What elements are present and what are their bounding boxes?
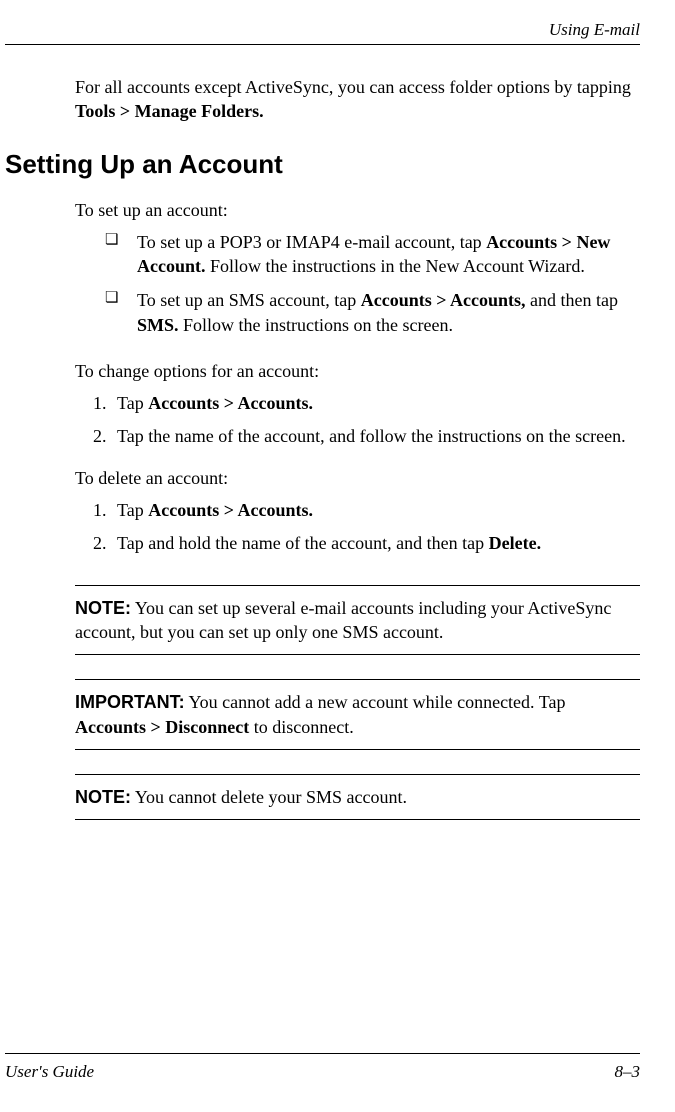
step-content: Tap the name of the account, and follow … xyxy=(117,424,640,448)
bullet-post: Follow the instructions in the New Accou… xyxy=(206,256,585,276)
note-text: You cannot delete your SMS account. xyxy=(131,787,407,807)
step-number: 1. xyxy=(93,391,117,415)
bullet-content: To set up a POP3 or IMAP4 e-mail account… xyxy=(137,230,640,279)
step-pre: Tap xyxy=(117,500,148,520)
list-item: 1. Tap Accounts > Accounts. xyxy=(93,498,640,522)
footer-right: 8–3 xyxy=(615,1062,641,1082)
list-item: 2. Tap and hold the name of the account,… xyxy=(93,531,640,555)
page-footer: User's Guide 8–3 xyxy=(5,1053,640,1112)
bullet-icon: ❏ xyxy=(105,230,137,250)
intro-text: For all accounts except ActiveSync, you … xyxy=(75,77,631,97)
chapter-title: Using E-mail xyxy=(549,20,640,39)
note-callout: NOTE: You can set up several e-mail acco… xyxy=(75,585,640,656)
step-content: Tap Accounts > Accounts. xyxy=(117,498,640,522)
delete-steps-list: 1. Tap Accounts > Accounts. 2. Tap and h… xyxy=(93,498,640,563)
setup-intro: To set up an account: xyxy=(75,198,640,222)
bullet-mid: and then tap xyxy=(525,290,617,310)
important-pre: You cannot add a new account while conne… xyxy=(185,692,566,712)
step-content: Tap and hold the name of the account, an… xyxy=(117,531,640,555)
change-intro: To change options for an account: xyxy=(75,359,640,383)
bullet-bold: Accounts > Accounts, xyxy=(361,290,526,310)
step-pre: Tap xyxy=(117,393,148,413)
note-text: You can set up several e-mail accounts i… xyxy=(75,598,611,642)
note-label: NOTE: xyxy=(75,598,131,618)
list-item: ❏ To set up an SMS account, tap Accounts… xyxy=(105,288,640,337)
setup-bullet-list: ❏ To set up a POP3 or IMAP4 e-mail accou… xyxy=(105,230,640,347)
important-callout: IMPORTANT: You cannot add a new account … xyxy=(75,679,640,750)
bullet-pre: To set up a POP3 or IMAP4 e-mail account… xyxy=(137,232,486,252)
step-bold: Accounts > Accounts. xyxy=(148,500,313,520)
page-header: Using E-mail xyxy=(5,20,640,45)
intro-paragraph: For all accounts except ActiveSync, you … xyxy=(75,75,640,124)
footer-left: User's Guide xyxy=(5,1062,94,1082)
note-callout: NOTE: You cannot delete your SMS account… xyxy=(75,774,640,820)
list-item: 2. Tap the name of the account, and foll… xyxy=(93,424,640,448)
step-bold: Accounts > Accounts. xyxy=(148,393,313,413)
step-pre: Tap and hold the name of the account, an… xyxy=(117,533,489,553)
step-number: 1. xyxy=(93,498,117,522)
delete-intro: To delete an account: xyxy=(75,466,640,490)
list-item: 1. Tap Accounts > Accounts. xyxy=(93,391,640,415)
step-number: 2. xyxy=(93,531,117,555)
bullet-bold: SMS. xyxy=(137,315,179,335)
important-label: IMPORTANT: xyxy=(75,692,185,712)
step-content: Tap Accounts > Accounts. xyxy=(117,391,640,415)
bullet-content: To set up an SMS account, tap Accounts >… xyxy=(137,288,640,337)
note-label: NOTE: xyxy=(75,787,131,807)
change-steps-list: 1. Tap Accounts > Accounts. 2. Tap the n… xyxy=(93,391,640,456)
list-item: ❏ To set up a POP3 or IMAP4 e-mail accou… xyxy=(105,230,640,279)
step-number: 2. xyxy=(93,424,117,448)
bullet-pre: To set up an SMS account, tap xyxy=(137,290,361,310)
step-bold: Delete. xyxy=(489,533,541,553)
section-heading: Setting Up an Account xyxy=(5,149,640,180)
bullet-post: Follow the instructions on the screen. xyxy=(179,315,453,335)
intro-bold: Tools > Manage Folders. xyxy=(75,101,264,121)
important-bold: Accounts > Disconnect xyxy=(75,717,249,737)
bullet-icon: ❏ xyxy=(105,288,137,308)
important-post: to disconnect. xyxy=(249,717,353,737)
